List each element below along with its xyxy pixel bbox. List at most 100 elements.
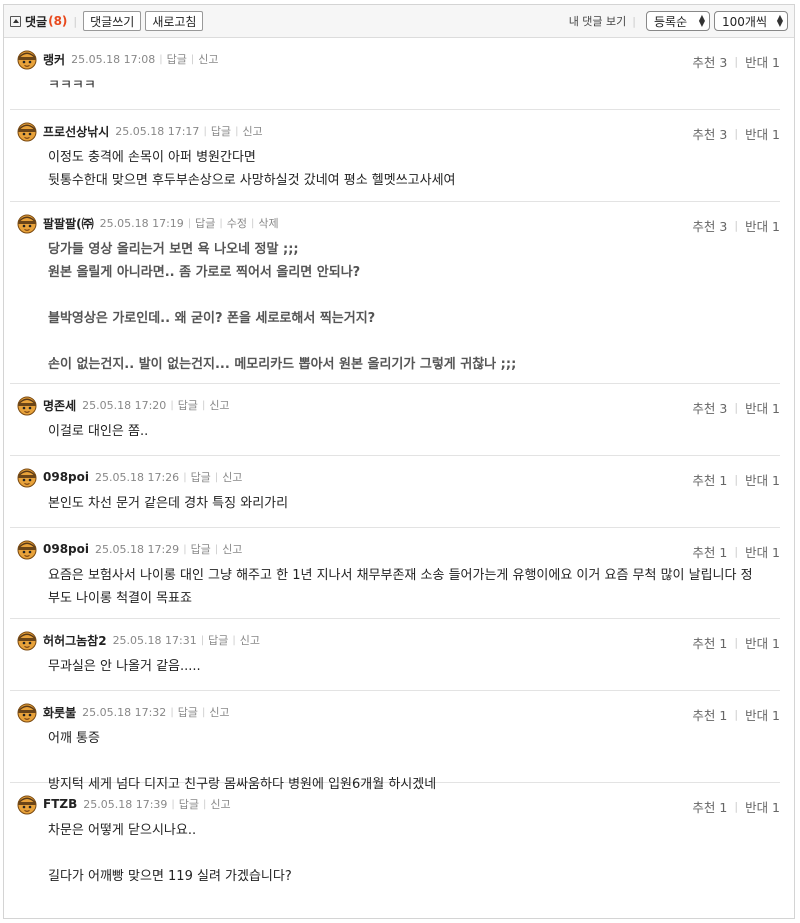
upvote-button[interactable]: 추천 3 — [692, 398, 727, 417]
comment-body: 무과실은 안 나올거 같음..... — [48, 655, 201, 678]
comment-action-0[interactable]: 답글 — [179, 796, 199, 812]
comment-meta: 허허그놈참2 25.05.18 17:31 | 답글 | 신고 — [16, 629, 260, 651]
downvote-button[interactable]: 반대 1 — [745, 705, 780, 724]
comment-action-0[interactable]: 답글 — [178, 704, 198, 720]
comment-line: 원본 올릴게 아니라면.. 좀 가로로 찍어서 올리면 안되나? — [48, 265, 361, 280]
comment-meta: 098poi 25.05.18 17:29 | 답글 | 신고 — [16, 538, 242, 560]
order-select[interactable]: 등록순 ▲ ▼ — [646, 11, 710, 31]
divider: | — [190, 53, 195, 65]
comment-author[interactable]: 팔팔팔(㈜ — [43, 215, 94, 232]
comment-date: 25.05.18 17:39 — [83, 797, 168, 811]
downvote-button[interactable]: 반대 1 — [745, 398, 780, 417]
downvote-button[interactable]: 반대 1 — [745, 633, 780, 652]
comment-action-1[interactable]: 신고 — [242, 123, 262, 139]
comment-action-1[interactable]: 신고 — [240, 632, 260, 648]
write-comment-button[interactable]: 댓글쓰기 — [83, 11, 142, 31]
comment-action-0[interactable]: 답글 — [211, 123, 231, 139]
comment-votes: 추천 3 | 반대 1 — [692, 124, 780, 143]
comment-action-0[interactable]: 답글 — [195, 215, 215, 231]
comment-author[interactable]: 098poi — [43, 470, 89, 484]
comment-action-1[interactable]: 신고 — [198, 51, 218, 67]
divider: | — [219, 217, 223, 229]
comment-count: (8) — [48, 14, 68, 28]
comment-action-1[interactable]: 신고 — [209, 397, 229, 413]
comment-date: 25.05.18 17:20 — [82, 398, 167, 412]
comment-line: 무과실은 안 나올거 같음..... — [48, 659, 201, 674]
upvote-button[interactable]: 추천 1 — [692, 633, 727, 652]
upvote-button[interactable]: 추천 1 — [692, 797, 727, 816]
comment-date: 25.05.18 17:19 — [99, 216, 184, 230]
comment-item: 팔팔팔(㈜ 25.05.18 17:19 | 답글 | 수정 | 삭제 추천 3 | 반대 1 당가들… — [10, 202, 780, 384]
comment-line — [48, 284, 516, 307]
comment-body: ㅋㅋㅋㅋ — [48, 74, 96, 97]
downvote-button[interactable]: 반대 1 — [745, 52, 780, 71]
divider: | — [183, 471, 187, 483]
comment-date: 25.05.18 17:26 — [95, 470, 180, 484]
comment-date: 25.05.18 17:29 — [95, 542, 180, 556]
downvote-button[interactable]: 반대 1 — [745, 470, 780, 489]
upvote-button[interactable]: 추천 3 — [692, 216, 727, 235]
comment-action-1[interactable]: 신고 — [222, 541, 242, 557]
comment-action-0[interactable]: 답글 — [178, 397, 198, 413]
comment-author[interactable]: 프로선상낚시 — [43, 123, 109, 140]
comment-meta: 팔팔팔(㈜ 25.05.18 17:19 | 답글 | 수정 | 삭제 — [16, 212, 279, 234]
divider: | — [232, 634, 236, 646]
page-size-select-value: 100개씩 — [722, 14, 767, 29]
divider: | — [187, 217, 192, 229]
comment-line: 손이 없는건지.. 발이 없는건지... 메모리카드 뽑아서 원본 올리기가 그… — [48, 357, 517, 372]
comment-author[interactable]: 098poi — [43, 542, 89, 556]
comment-body: 본인도 차선 문거 같은데 경차 특징 와리가리 — [48, 492, 288, 515]
comment-action-1[interactable]: 신고 — [209, 704, 229, 720]
comment-line: 이정도 충격에 손목이 아퍼 병원간다면 — [48, 150, 256, 165]
upvote-button[interactable]: 추천 3 — [692, 52, 727, 71]
upvote-button[interactable]: 추천 1 — [692, 542, 727, 561]
comment-body: 이정도 충격에 손목이 아퍼 병원간다면뒷통수한대 맞으면 후두부손상으로 사망… — [48, 146, 456, 192]
comment-item: 098poi 25.05.18 17:29 | 답글 | 신고 추천 1 | 반대 1 요즘은 보… — [10, 528, 780, 619]
downvote-button[interactable]: 반대 1 — [745, 216, 780, 235]
comment-line: 차문은 어떻게 닫으시나요.. — [48, 823, 197, 838]
comment-action-1[interactable]: 신고 — [222, 469, 242, 485]
downvote-button[interactable]: 반대 1 — [745, 797, 780, 816]
comment-line: 당가들 영상 올리는거 보면 욕 나오네 정말 ;;; — [48, 242, 299, 257]
collapse-icon[interactable] — [10, 15, 21, 27]
comment-item: 명존세 25.05.18 17:20 | 답글 | 신고 추천 3 | 반대 1 이걸로 대인은 … — [10, 384, 780, 456]
comment-author[interactable]: 허허그놈참2 — [43, 632, 107, 649]
comment-author[interactable]: 명존세 — [43, 397, 76, 414]
divider: | — [734, 800, 739, 813]
divider: | — [734, 55, 739, 68]
downvote-button[interactable]: 반대 1 — [745, 542, 780, 561]
comment-body: 이걸로 대인은 쫌.. — [48, 420, 148, 443]
divider: | — [734, 636, 739, 649]
divider: | — [734, 708, 739, 721]
comment-date: 25.05.18 17:17 — [115, 124, 200, 138]
refresh-button[interactable]: 새로고침 — [145, 11, 204, 31]
comment-action-0[interactable]: 답글 — [167, 51, 187, 67]
comment-author[interactable]: 화룻불 — [43, 704, 76, 721]
upvote-button[interactable]: 추천 3 — [692, 124, 727, 143]
upvote-button[interactable]: 추천 1 — [692, 705, 727, 724]
divider: | — [203, 125, 207, 137]
comment-action-1[interactable]: 수정 — [227, 215, 247, 231]
comment-body: 요즘은 보험사서 나이롱 대인 그냥 해주고 한 1년 지나서 채무부존재 소송… — [48, 564, 753, 610]
comment-author[interactable]: FTZB — [43, 797, 77, 811]
divider: | — [201, 706, 206, 718]
divider: | — [214, 543, 219, 555]
upvote-button[interactable]: 추천 1 — [692, 470, 727, 489]
comment-date: 25.05.18 17:31 — [112, 633, 197, 647]
comment-line: 뒷통수한대 맞으면 후두부손상으로 사망하실것 갔네여 평소 헬멧쓰고사세여 — [48, 173, 456, 188]
comment-action-0[interactable]: 답글 — [191, 541, 211, 557]
page-size-select[interactable]: 100개씩 ▲ ▼ — [714, 11, 788, 31]
comment-meta: 명존세 25.05.18 17:20 | 답글 | 신고 — [16, 394, 230, 416]
divider: | — [203, 798, 207, 810]
comment-action-0[interactable]: 답글 — [191, 469, 211, 485]
comment-author[interactable]: 랭커 — [43, 51, 65, 68]
comment-action-0[interactable]: 답글 — [208, 632, 228, 648]
comment-title: 댓글 — [25, 14, 48, 29]
comment-item: FTZB 25.05.18 17:39 | 답글 | 신고 추천 1 | 반대 1 차문은 어떻게… — [10, 783, 780, 923]
comment-item: 프로선상낚시 25.05.18 17:17 | 답글 | 신고 추천 3 | 반대 1 이정도 충… — [10, 110, 780, 202]
comment-action-1[interactable]: 신고 — [210, 796, 230, 812]
comment-item: 098poi 25.05.18 17:26 | 답글 | 신고 추천 1 | 반대 1 본인도 차… — [10, 456, 780, 528]
my-comments-link[interactable]: 내 댓글 보기 — [569, 13, 627, 29]
comment-action-2[interactable]: 삭제 — [258, 215, 278, 231]
downvote-button[interactable]: 반대 1 — [745, 124, 780, 143]
